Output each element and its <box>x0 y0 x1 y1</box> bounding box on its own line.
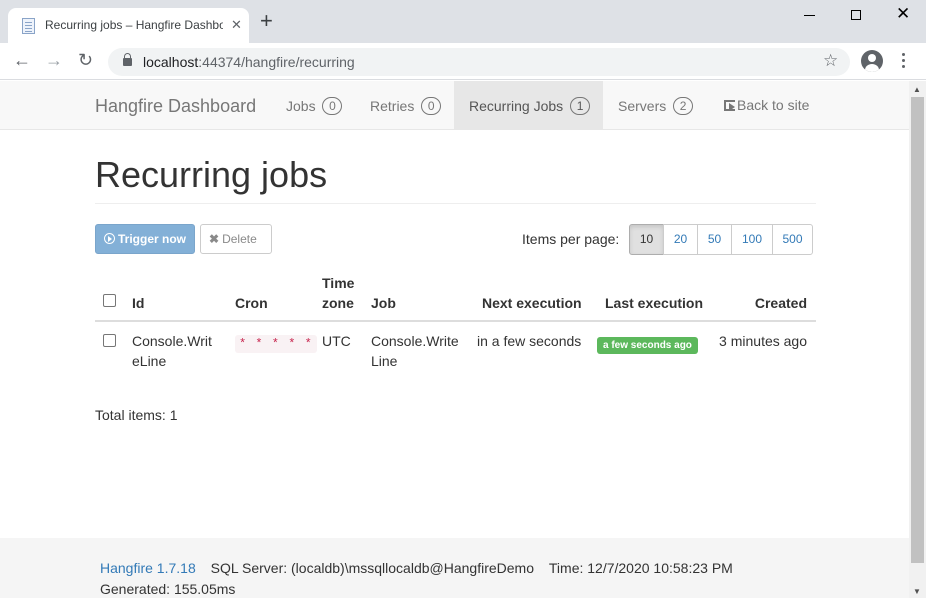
column-header-cron: Cron <box>235 295 268 311</box>
last-execution-value: a few seconds ago <box>597 333 698 354</box>
column-header-job: Job <box>371 295 396 311</box>
column-header-timezone-line2: zone <box>322 295 354 311</box>
address-bar[interactable]: localhost:44374/hangfire/recurring ☆ <box>108 48 850 76</box>
nav-item-jobs[interactable]: Jobs 0 <box>286 81 343 130</box>
plus-icon[interactable]: + <box>260 10 273 32</box>
tab-title: Recurring jobs – Hangfire Dashboard <box>45 18 223 32</box>
reload-icon[interactable]: ↻ <box>78 49 93 71</box>
remove-icon: ✖ <box>209 232 220 246</box>
trigger-now-button[interactable]: Trigger now <box>95 224 195 254</box>
items-per-page-label: Items per page: <box>522 231 620 247</box>
title-divider <box>95 203 816 204</box>
hangfire-navbar: Hangfire Dashboard Jobs 0 Retries 0 Recu… <box>0 81 909 130</box>
page-size-100-button[interactable]: 100 <box>731 224 773 255</box>
cron-expression: * * * * * <box>235 332 317 353</box>
star-icon[interactable]: ☆ <box>823 52 838 70</box>
url-host: localhost <box>143 54 199 70</box>
server-time: Time: 12/7/2020 10:58:23 PM <box>548 560 733 576</box>
job-id-line2: eLine <box>132 353 167 369</box>
row-checkbox[interactable] <box>103 334 116 347</box>
page-viewport: Hangfire Dashboard Jobs 0 Retries 0 Recu… <box>0 81 909 598</box>
count-badge: 2 <box>673 97 694 115</box>
column-header-timezone-line1: Time <box>322 275 355 291</box>
scroll-down-arrow-icon[interactable]: ▼ <box>913 587 921 596</box>
page-favicon-icon <box>22 18 35 34</box>
scrollbar-thumb[interactable] <box>911 97 924 563</box>
profile-icon[interactable] <box>861 50 883 72</box>
total-items: Total items: 1 <box>95 407 178 423</box>
scroll-up-arrow-icon[interactable]: ▲ <box>913 85 921 94</box>
last-execution-badge[interactable]: a few seconds ago <box>597 337 698 354</box>
back-to-site-link[interactable]: Back to site <box>724 81 809 130</box>
job-id-line1: Console.Writ <box>132 333 212 349</box>
hangfire-version-link[interactable]: Hangfire 1.7.18 <box>100 560 196 576</box>
nav-item-label: Retries <box>370 98 415 114</box>
browser-toolbar: ← → ↻ localhost:44374/hangfire/recurring… <box>0 43 926 80</box>
page-size-20-button[interactable]: 20 <box>663 224 698 255</box>
cron-code: * * * * * <box>235 335 317 353</box>
url-text[interactable]: localhost:44374/hangfire/recurring <box>143 54 355 70</box>
maximize-icon[interactable] <box>851 10 861 20</box>
sign-out-icon <box>724 100 735 111</box>
select-all-checkbox[interactable] <box>103 294 116 307</box>
trigger-now-label: Trigger now <box>118 232 187 246</box>
column-header-id: Id <box>132 295 145 311</box>
column-header-created: Created <box>754 295 807 311</box>
nav-item-retries[interactable]: Retries 0 <box>370 81 442 130</box>
page-size-500-button[interactable]: 500 <box>772 224 813 255</box>
window-close-icon[interactable]: ✕ <box>896 4 910 24</box>
back-arrow-icon[interactable]: ← <box>13 49 31 71</box>
job-name-line1: Console.Write <box>371 333 459 349</box>
timezone-value: UTC <box>322 333 351 349</box>
nav-item-label: Jobs <box>286 98 316 114</box>
nav-item-label: Recurring Jobs <box>469 98 564 114</box>
footer-info-line: Hangfire 1.7.18 SQL Server: (localdb)\ms… <box>100 560 733 576</box>
browser-tabstrip: Recurring jobs – Hangfire Dashboard ✕ + … <box>0 0 926 43</box>
count-badge: 0 <box>421 97 442 115</box>
delete-button[interactable]: ✖ Delete <box>200 224 272 254</box>
count-badge: 1 <box>570 97 591 115</box>
footer: Hangfire 1.7.18 SQL Server: (localdb)\ms… <box>0 538 909 598</box>
close-icon[interactable]: ✕ <box>231 17 242 33</box>
forward-arrow-icon[interactable]: → <box>45 49 63 71</box>
page-title: Recurring jobs <box>95 154 328 195</box>
lock-icon <box>123 53 132 66</box>
kebab-menu-icon[interactable] <box>902 53 906 69</box>
page-size-10-button[interactable]: 10 <box>629 224 664 255</box>
page-size-50-button[interactable]: 50 <box>697 224 732 255</box>
nav-item-recurring-jobs[interactable]: Recurring Jobs 1 <box>454 81 603 130</box>
play-circle-icon <box>104 233 115 244</box>
sql-server-info: SQL Server: (localdb)\mssqllocaldb@Hangf… <box>210 560 534 576</box>
minimize-icon[interactable] <box>804 4 816 20</box>
browser-tab[interactable]: Recurring jobs – Hangfire Dashboard ✕ <box>8 8 249 43</box>
table-header-divider <box>95 320 816 322</box>
column-header-last-execution: Last execution <box>605 295 704 311</box>
job-name-line2: Line <box>371 353 398 369</box>
url-path: :44374/hangfire/recurring <box>198 54 355 70</box>
created-value: 3 minutes ago <box>719 333 807 349</box>
items-per-page-group: 10 20 50 100 500 <box>629 224 813 255</box>
count-badge: 0 <box>322 97 343 115</box>
generated-time: Generated: 155.05ms <box>100 581 236 597</box>
column-header-next-execution: Next execution <box>482 295 582 311</box>
brand-link[interactable]: Hangfire Dashboard <box>95 96 256 117</box>
nav-item-label: Servers <box>618 98 667 114</box>
back-to-site-label: Back to site <box>737 97 810 113</box>
vertical-scrollbar[interactable]: ▲ ▼ <box>909 81 926 598</box>
nav-item-servers[interactable]: Servers 2 <box>618 81 694 130</box>
delete-label: Delete <box>222 232 257 246</box>
next-execution-value: in a few seconds <box>477 333 582 349</box>
